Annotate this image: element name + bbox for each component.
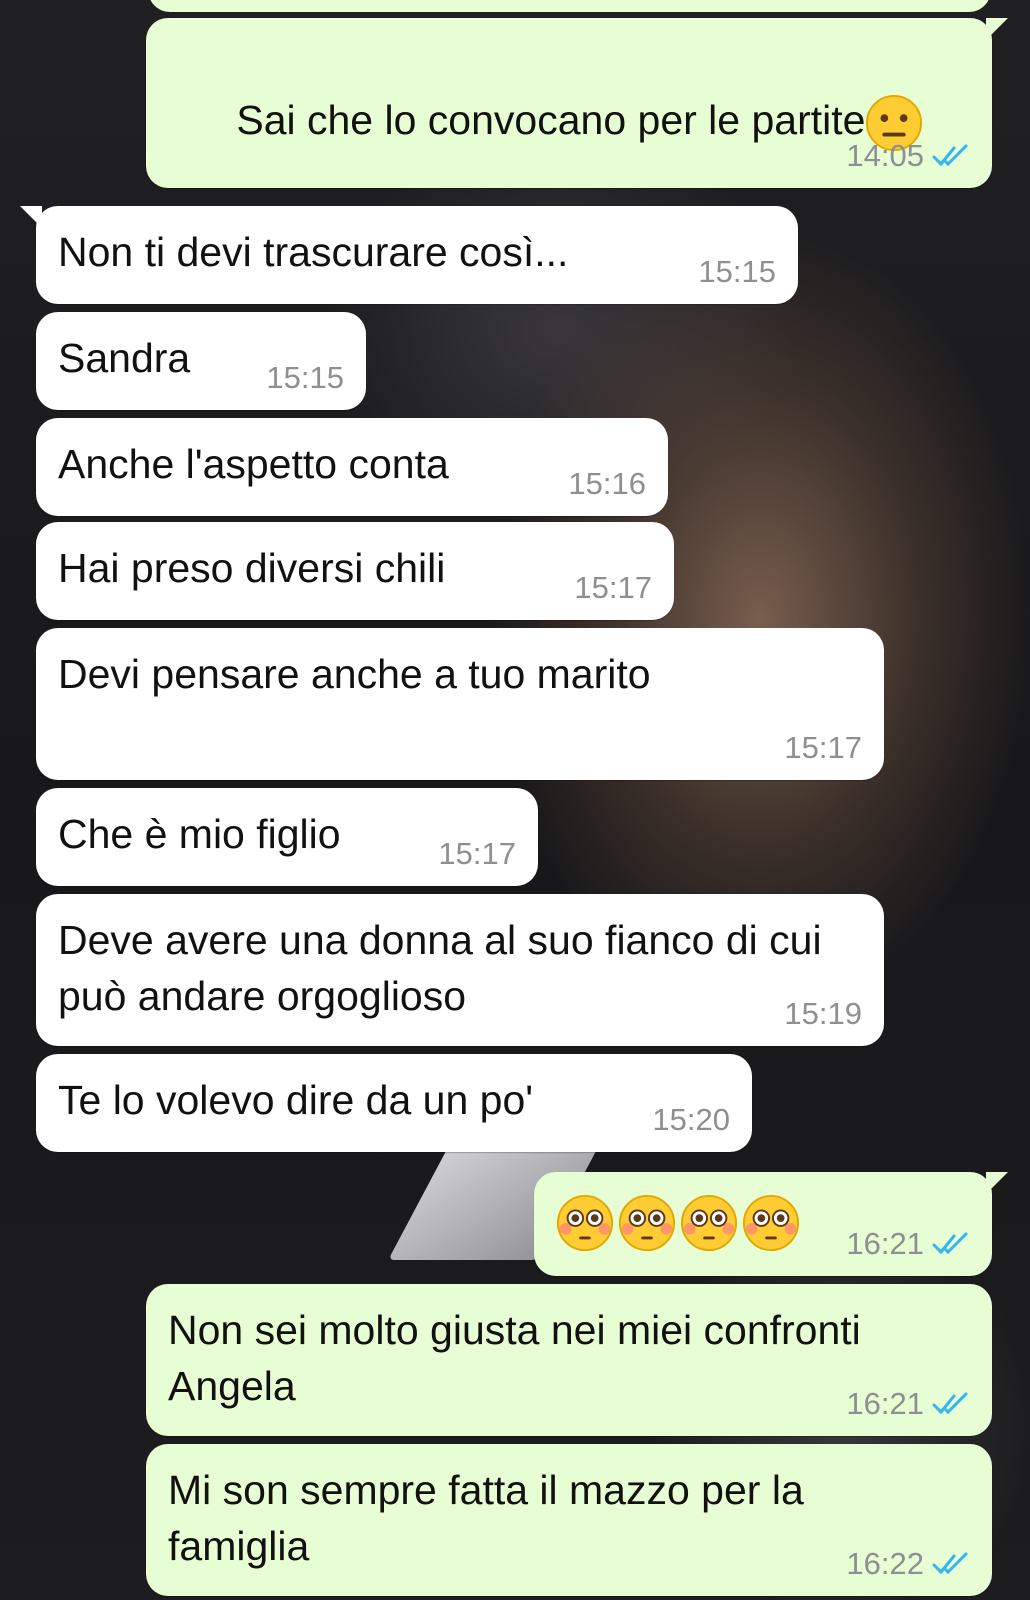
- message-meta: 15:16: [568, 468, 646, 500]
- incoming-message-bubble[interactable]: Sandra 15:15: [36, 312, 366, 410]
- incoming-message-bubble[interactable]: Deve avere una donna al suo fianco di cu…: [36, 894, 884, 1046]
- read-double-tick-icon: [932, 1552, 968, 1575]
- message-time: 15:17: [574, 570, 652, 605]
- message-text: Hai preso diversi chili: [58, 545, 446, 591]
- message-meta: 15:17: [438, 838, 516, 870]
- message-text: Te lo volevo dire da un po': [58, 1077, 534, 1123]
- message-meta: 16:21: [846, 1228, 970, 1260]
- message-time: 16:21: [846, 1386, 924, 1421]
- message-text: Devi pensare anche a tuo marito: [58, 651, 651, 697]
- outgoing-message-bubble[interactable]: 16:21: [534, 1172, 1008, 1276]
- outgoing-message-bubble[interactable]: Non sei molto giusta nei miei confronti …: [146, 1284, 992, 1436]
- message-time: 15:20: [652, 1102, 730, 1137]
- bubble-tail: [20, 206, 42, 228]
- message-time: 15:16: [568, 466, 646, 501]
- bubble-tail: [986, 18, 1008, 40]
- message-meta: 15:17: [784, 732, 862, 764]
- message-meta: 16:21: [846, 1388, 970, 1420]
- chat-thread[interactable]: Sai che lo convocano per le partite 14:0…: [0, 0, 1030, 1600]
- message-meta: 16:22: [846, 1548, 970, 1580]
- flushed-face-emoji-icon: [618, 1194, 676, 1252]
- bubble-tail: [986, 1172, 1008, 1194]
- message-time: 15:15: [266, 360, 344, 395]
- message-meta: 15:20: [652, 1104, 730, 1136]
- incoming-message-bubble[interactable]: Te lo volevo dire da un po' 15:20: [36, 1054, 752, 1152]
- message-time: 15:19: [784, 996, 862, 1031]
- message-time: 15:15: [698, 254, 776, 289]
- message-meta: 15:15: [698, 256, 776, 288]
- previous-message-bubble-edge: [148, 0, 991, 12]
- message-time: 15:17: [438, 836, 516, 871]
- message-text: Mi son sempre fatta il mazzo per la fami…: [168, 1467, 816, 1569]
- outgoing-message-bubble[interactable]: Sai che lo convocano per le partite 14:0…: [146, 18, 1008, 268]
- message-time: 15:17: [784, 730, 862, 765]
- message-text: Sai che lo convocano per le partite: [236, 97, 866, 143]
- incoming-message-bubble[interactable]: Devi pensare anche a tuo marito 15:17: [36, 628, 884, 780]
- incoming-message-bubble[interactable]: Anche l'aspetto conta 15:16: [36, 418, 668, 516]
- message-meta: 14:05: [846, 140, 970, 172]
- message-time: 14:05: [846, 138, 924, 173]
- flushed-face-emoji-icon: [680, 1194, 738, 1252]
- message-text: Non ti devi trascurare così...: [58, 229, 569, 275]
- message-time: 16:22: [846, 1546, 924, 1581]
- flushed-face-emoji-icon: [742, 1194, 800, 1252]
- message-meta: 15:15: [266, 362, 344, 394]
- flushed-face-emoji-icon: [556, 1194, 614, 1252]
- message-meta: 15:17: [574, 572, 652, 604]
- read-double-tick-icon: [932, 144, 968, 167]
- outgoing-message-bubble[interactable]: Mi son sempre fatta il mazzo per la fami…: [146, 1444, 992, 1596]
- incoming-message-bubble[interactable]: Non ti devi trascurare così... 15:15: [20, 206, 798, 304]
- message-text: Deve avere una donna al suo fianco di cu…: [58, 917, 833, 1019]
- read-double-tick-icon: [932, 1392, 968, 1415]
- message-meta: 15:19: [784, 998, 862, 1030]
- incoming-message-bubble[interactable]: Che è mio figlio 15:17: [36, 788, 538, 886]
- incoming-message-bubble[interactable]: Hai preso diversi chili 15:17: [36, 522, 674, 620]
- message-text: Anche l'aspetto conta: [58, 441, 449, 487]
- message-time: 16:21: [846, 1226, 924, 1261]
- read-double-tick-icon: [932, 1232, 968, 1255]
